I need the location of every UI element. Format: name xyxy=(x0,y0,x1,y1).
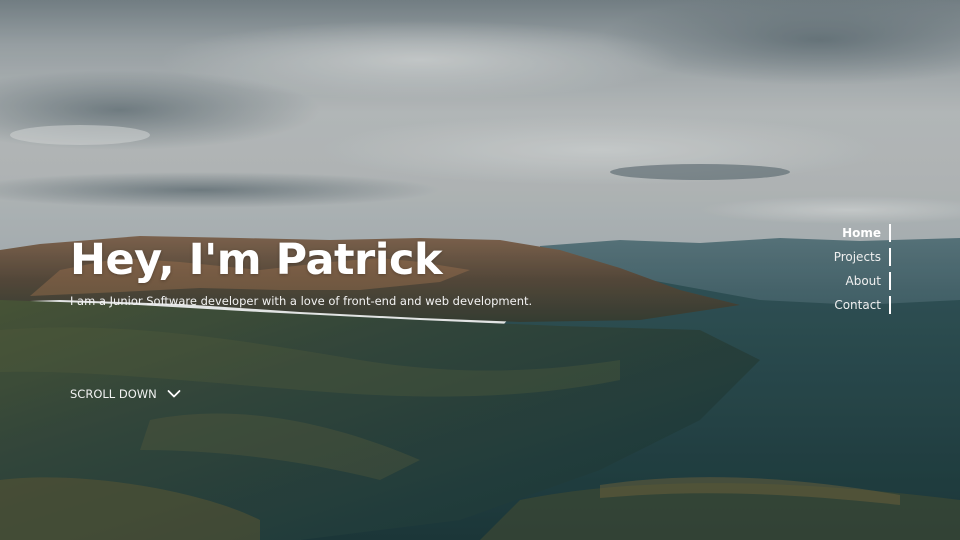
hero-subtitle: I am a Junior Software developer with a … xyxy=(70,294,533,308)
nav-item-projects[interactable]: Projects xyxy=(834,248,891,266)
nav-item-home[interactable]: Home xyxy=(842,224,891,242)
hero-title: Hey, I'm Patrick xyxy=(70,235,443,285)
scroll-down-button[interactable]: SCROLL DOWN xyxy=(70,386,181,402)
nav-item-contact[interactable]: Contact xyxy=(834,296,891,314)
nav-item-about[interactable]: About xyxy=(846,272,891,290)
side-navigation: Home Projects About Contact xyxy=(834,224,891,320)
scroll-down-label: SCROLL DOWN xyxy=(70,387,157,401)
chevron-down-icon xyxy=(167,389,181,399)
